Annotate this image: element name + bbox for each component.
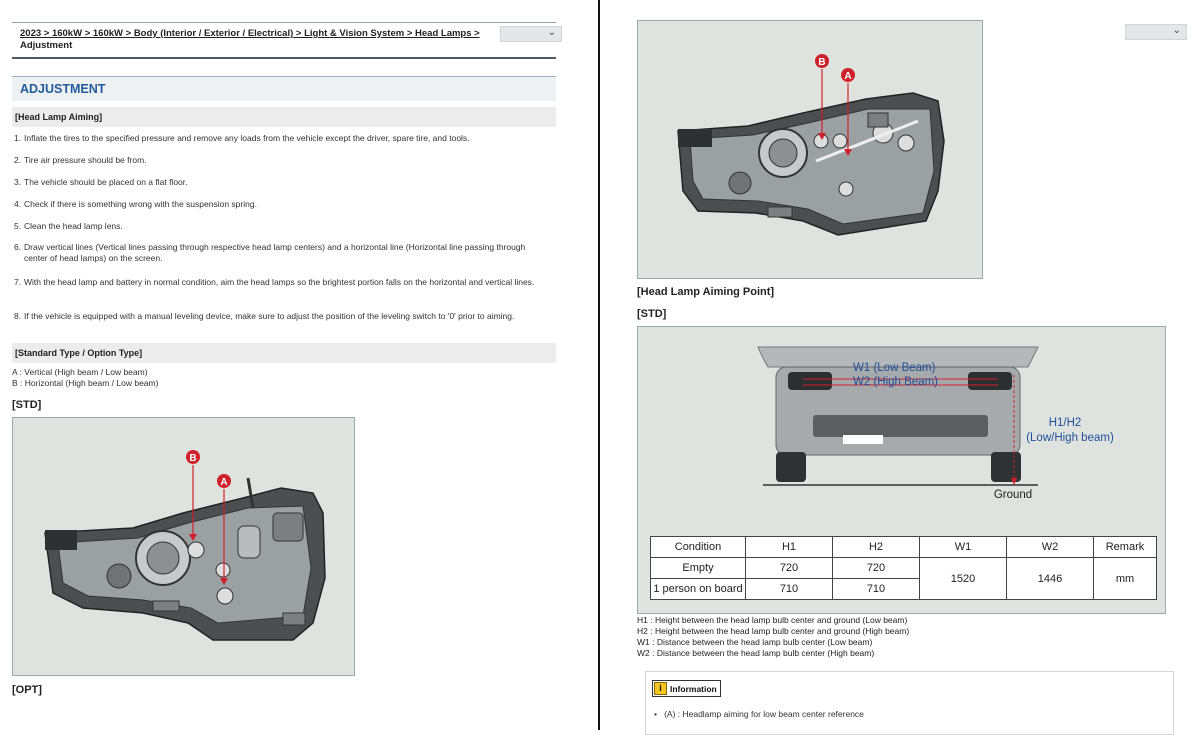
table-cell: 1520 (919, 557, 1007, 600)
table-cell: 1446 (1006, 557, 1094, 600)
list-item: 7. With the head lamp and battery in norm… (14, 277, 535, 287)
table-cell: 720 (745, 557, 833, 579)
table-header: H2 (832, 536, 920, 558)
table-header: W1 (919, 536, 1007, 558)
breadcrumb-dropdown[interactable]: ⌄ (500, 26, 562, 42)
section-title: ADJUSTMENT (12, 76, 556, 101)
list-item: 8. If the vehicle is equipped with a manu… (14, 311, 515, 321)
table-cell: Empty (650, 557, 746, 579)
table-header: Remark (1093, 536, 1157, 558)
breadcrumb-current: Adjustment (20, 40, 73, 51)
info-icon: i (654, 682, 667, 695)
svg-text:B: B (818, 57, 825, 68)
svg-text:B: B (189, 453, 196, 464)
aiming-point-label: [Head Lamp Aiming Point] (637, 286, 775, 298)
list-item: 2. Tire air pressure should be from. (14, 155, 147, 165)
information-badge: i Information (652, 680, 721, 697)
car-rear-illustration: W1 (Low Beam) W2 (High Beam) H1/H2 (Low/… (757, 346, 1114, 501)
list-item: 1. Inflate the tires to the specified pre… (14, 133, 470, 143)
opt-label: [OPT] (12, 684, 42, 696)
chevron-down-icon: ⌄ (547, 27, 556, 38)
table-cell: 710 (832, 578, 920, 600)
std-label: [STD] (12, 399, 42, 411)
table-header-row: Condition H1 H2 W1 W2 Remark (650, 536, 1157, 558)
definition-w1: W1 : Distance between the head lamp bulb… (637, 637, 873, 647)
headlamp-illustration: B A (677, 54, 945, 236)
list-item: 6. Draw vertical lines (Vertical lines pa… (14, 242, 526, 263)
table-cell: 710 (745, 578, 833, 600)
headlamp-illustration: B A (44, 450, 326, 641)
list-item: 5. Clean the head lamp lens. (14, 221, 123, 231)
breadcrumb: 2023 > 160kW > 160kW > Body (Interior / … (12, 22, 562, 59)
legend-a: A : Vertical (High beam / Low beam) (12, 367, 148, 377)
std2-label: [STD] (637, 308, 667, 320)
chevron-down-icon: ⌄ (1172, 25, 1181, 36)
table-row: Empty 720 720 1520 1446 mm (650, 557, 1157, 600)
aiming-point-figure: W1 (Low Beam) W2 (High Beam) H1/H2 (Low/… (637, 326, 1166, 614)
definition-h2: H2 : Height between the head lamp bulb c… (637, 626, 910, 636)
list-item: 3. The vehicle should be placed on a flat… (14, 177, 188, 187)
head-lamp-aiming-heading: [Head Lamp Aiming] (12, 107, 556, 127)
information-box: i Information • (A) : Headlamp aiming fo… (645, 671, 1174, 735)
table-header: H1 (745, 536, 833, 558)
list-item: 4. Check if there is something wrong with… (14, 199, 257, 209)
legend-b: B : Horizontal (High beam / Low beam) (12, 378, 159, 388)
headlamp-opt-figure: B A (637, 20, 983, 279)
w2-label: W2 (High Beam) (853, 376, 938, 388)
page-dropdown[interactable]: ⌄ (1125, 24, 1187, 40)
ground-label: Ground (994, 489, 1032, 501)
table-cell: 1 person on board (650, 578, 746, 600)
h-sub-label: (Low/High beam) (1026, 432, 1114, 444)
table-header: Condition (650, 536, 746, 558)
w1-label: W1 (Low Beam) (853, 362, 936, 374)
information-title: Information (670, 683, 717, 694)
h-label: H1/H2 (1049, 417, 1082, 429)
headlamp-std-figure: B A (12, 417, 355, 676)
svg-text:A: A (220, 477, 227, 488)
definition-h1: H1 : Height between the head lamp bulb c… (637, 615, 908, 625)
table-cell: mm (1093, 557, 1157, 600)
table-header: W2 (1006, 536, 1094, 558)
list-item: • (A) : Headlamp aiming for low beam cen… (654, 709, 864, 719)
table-cell: 720 (832, 557, 920, 579)
svg-text:A: A (844, 71, 851, 82)
column-divider (598, 0, 600, 730)
aiming-spec-table: Condition H1 H2 W1 W2 Remark Empty 720 7… (650, 536, 1157, 600)
definition-w2: W2 : Distance between the head lamp bulb… (637, 648, 875, 658)
breadcrumb-text: 2023 > 160kW > 160kW > Body (Interior / … (20, 28, 498, 52)
breadcrumb-path[interactable]: 2023 > 160kW > 160kW > Body (Interior / … (20, 28, 480, 39)
standard-option-heading: [Standard Type / Option Type] (12, 343, 556, 363)
